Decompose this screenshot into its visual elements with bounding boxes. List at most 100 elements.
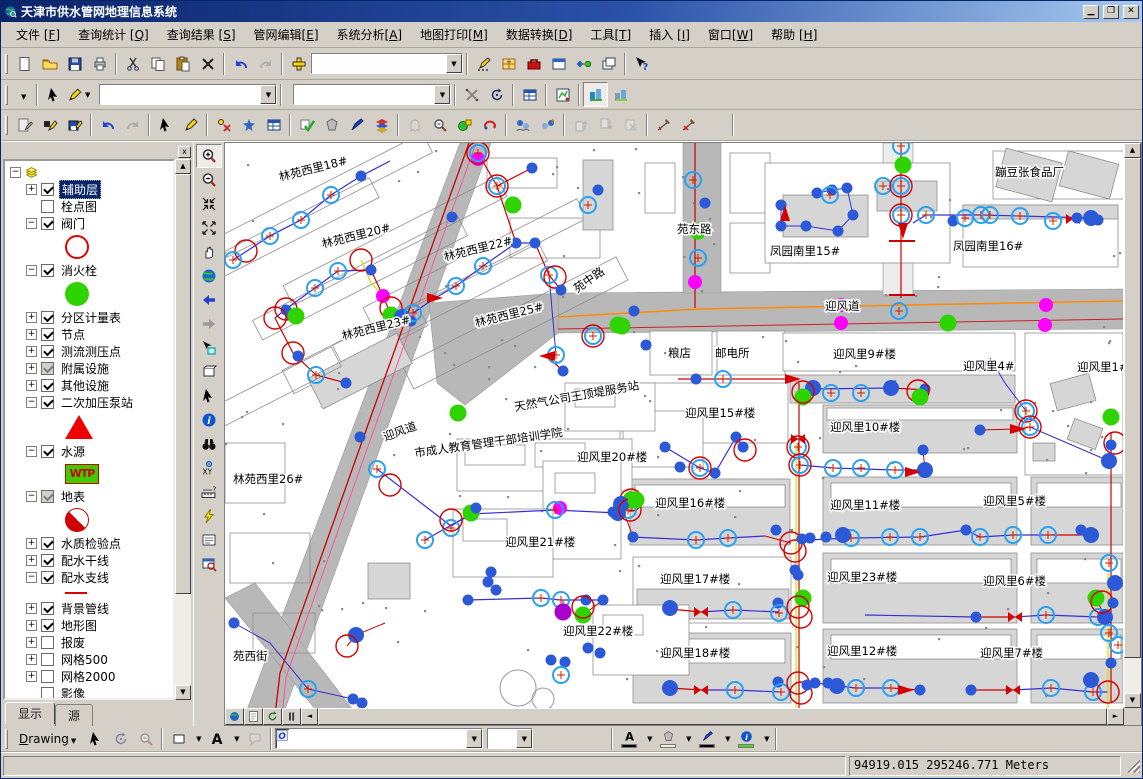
snap-measure-b-button[interactable] xyxy=(676,113,701,138)
map-scroll-right-icon[interactable]: ► xyxy=(1107,708,1124,725)
layer-expand-icon[interactable]: + xyxy=(26,329,37,340)
layer-checkbox[interactable] xyxy=(41,602,54,615)
select-tool-button[interactable] xyxy=(153,113,178,138)
select-by-rectangle-button[interactable] xyxy=(196,336,222,360)
menu-item-1[interactable]: 查询统计 [Q] xyxy=(69,23,158,46)
shape-tool-button[interactable] xyxy=(166,726,191,751)
layer-checkbox[interactable] xyxy=(41,537,54,550)
layer-expand-icon[interactable]: − xyxy=(26,397,37,408)
layer-checkbox[interactable] xyxy=(41,217,54,230)
split-tool-button[interactable] xyxy=(459,82,484,107)
bold-button[interactable] xyxy=(533,726,558,751)
select-elements-button[interactable] xyxy=(196,384,222,408)
resize-grip[interactable] xyxy=(1126,759,1140,773)
layer-checkbox[interactable] xyxy=(41,554,54,567)
attributes-window-button[interactable] xyxy=(261,113,286,138)
font-dropdown-icon[interactable]: ▼ xyxy=(466,729,482,748)
pencil-tool-button[interactable] xyxy=(178,113,203,138)
layer-expand-icon[interactable]: + xyxy=(26,346,37,357)
layer-label[interactable]: 测流测压点 xyxy=(59,343,123,360)
layer-expand-icon[interactable]: + xyxy=(26,555,37,566)
layer-checkbox[interactable] xyxy=(41,445,54,458)
find-button[interactable] xyxy=(196,432,222,456)
measure-button[interactable]: ? xyxy=(196,480,222,504)
delete-button[interactable] xyxy=(195,51,220,76)
select-elements-tool-button[interactable] xyxy=(83,726,108,751)
size-dropdown-icon[interactable]: ▼ xyxy=(516,729,532,748)
add-data-button[interactable] xyxy=(286,51,311,76)
layer-expand-icon[interactable]: + xyxy=(26,620,37,631)
target-combo-dropdown-icon[interactable]: ▼ xyxy=(434,85,450,104)
trace-tool-button[interactable] xyxy=(402,113,427,138)
copy-parallel-up-button[interactable] xyxy=(568,113,593,138)
italic-button[interactable] xyxy=(558,726,583,751)
pause-drawing-button[interactable] xyxy=(282,708,301,725)
layer-label[interactable]: 阀门 xyxy=(59,215,87,232)
undo-button[interactable] xyxy=(228,51,253,76)
sketch-pencil-button[interactable]: ▼ xyxy=(66,82,91,107)
layer-expand-icon[interactable]: − xyxy=(26,491,37,502)
underline-button[interactable] xyxy=(583,726,608,751)
print-button[interactable] xyxy=(87,51,112,76)
undo-edit-button[interactable] xyxy=(95,113,120,138)
select-polygon-button[interactable] xyxy=(196,360,222,384)
layer-checkbox[interactable] xyxy=(41,571,54,584)
callout-tool-button[interactable] xyxy=(242,726,267,751)
layer-expand-icon[interactable]: − xyxy=(26,572,37,583)
layer-label[interactable]: 消火栓 xyxy=(59,262,99,279)
toc-tab-1[interactable]: 源 xyxy=(55,704,93,726)
editor-menu-button[interactable]: ▼ xyxy=(12,84,33,106)
menu-item-6[interactable]: 数据转换[D] xyxy=(497,23,582,46)
html-popup-button[interactable] xyxy=(196,528,222,552)
layer-label[interactable]: 二次加压泵站 xyxy=(59,394,135,411)
full-extent-button[interactable] xyxy=(196,264,222,288)
save-document-button[interactable] xyxy=(62,51,87,76)
map-canvas[interactable]: 林苑西里18#林苑西里20#林苑西里22#林苑西里25#林苑西里23#林苑西里2… xyxy=(225,143,1124,708)
menu-item-10[interactable]: 帮助 [H] xyxy=(762,23,826,46)
layer-expand-icon[interactable]: + xyxy=(26,363,37,374)
toolbox-button[interactable] xyxy=(521,51,546,76)
topology-edit-button[interactable] xyxy=(452,113,477,138)
root-collapse-icon[interactable]: − xyxy=(10,167,21,178)
layer-checkbox[interactable] xyxy=(41,396,54,409)
clip-features-button[interactable] xyxy=(319,113,344,138)
toc-tab-0[interactable]: 显示 xyxy=(5,702,55,724)
toc-scroll-up-icon[interactable]: ▲ xyxy=(175,159,191,174)
layer-label[interactable]: 其他设施 xyxy=(59,377,111,394)
layer-expand-icon[interactable]: − xyxy=(26,218,37,229)
marker-color-dropdown-icon[interactable]: ▼ xyxy=(759,726,772,751)
command-window-button[interactable] xyxy=(546,51,571,76)
layer-label[interactable]: 地形图 xyxy=(59,617,99,634)
layer-label[interactable]: 影像 xyxy=(59,685,87,700)
pan-button[interactable] xyxy=(196,240,222,264)
map-scroll-up-icon[interactable]: ▲ xyxy=(1124,143,1141,158)
match-symbols-b-button[interactable] xyxy=(608,82,633,107)
refresh-view-button[interactable] xyxy=(263,708,282,725)
layer-checkbox[interactable] xyxy=(41,670,54,683)
task-combo-dropdown-icon[interactable]: ▼ xyxy=(260,85,276,104)
map-scroll-down-icon[interactable]: ▼ xyxy=(1124,693,1141,708)
copy-button[interactable] xyxy=(145,51,170,76)
layer-expand-icon[interactable]: + xyxy=(26,184,37,195)
layer-label[interactable]: 水源 xyxy=(59,443,87,460)
fill-color-dropdown-icon[interactable]: ▼ xyxy=(681,726,694,751)
editor-sketch-tool-button[interactable] xyxy=(471,51,496,76)
zoom-out-button[interactable] xyxy=(196,168,222,192)
layer-label[interactable]: 网格500 xyxy=(59,651,110,668)
layer-expand-icon[interactable]: + xyxy=(26,654,37,665)
layer-label[interactable]: 附属设施 xyxy=(59,360,111,377)
attributes-table-button[interactable] xyxy=(517,82,542,107)
layer-expand-icon[interactable]: − xyxy=(26,265,37,276)
menu-item-0[interactable]: 文件 [F] xyxy=(7,23,69,46)
layer-label[interactable]: 分区计量表 xyxy=(59,309,123,326)
menu-item-5[interactable]: 地图打印[M] xyxy=(411,23,497,46)
layer-checkbox[interactable] xyxy=(41,687,54,700)
toolbar-grip[interactable] xyxy=(5,115,8,135)
share-features-a-button[interactable] xyxy=(510,113,535,138)
window-stack-button[interactable] xyxy=(596,51,621,76)
line-color-button[interactable] xyxy=(694,727,720,750)
topology-loop-button[interactable] xyxy=(477,113,502,138)
fixed-zoom-in-button[interactable] xyxy=(196,192,222,216)
menu-item-3[interactable]: 管网编辑[E] xyxy=(245,23,328,46)
data-view-button[interactable] xyxy=(225,708,244,725)
